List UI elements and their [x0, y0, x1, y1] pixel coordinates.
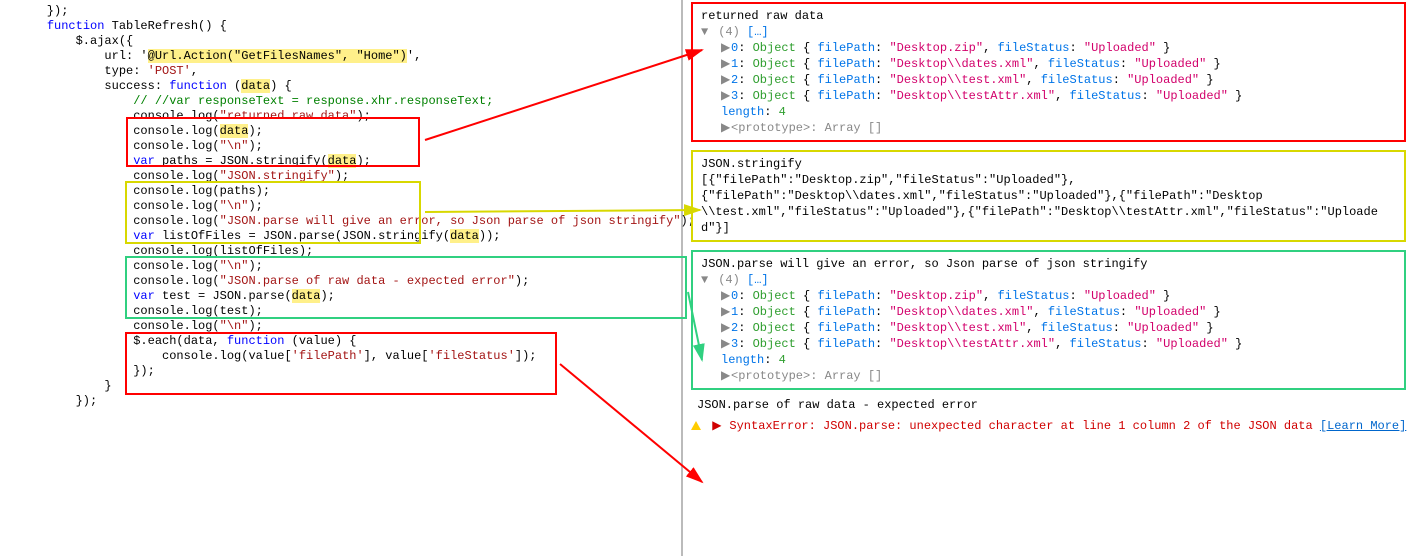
console-title: JSON.stringify [701, 156, 1396, 172]
code-line: console.log(data); [18, 124, 677, 139]
array-summary[interactable]: ▼ (4) […] [701, 24, 1396, 40]
learn-more-link[interactable]: [Learn More] [1320, 419, 1406, 433]
array-item[interactable]: ▶0: Object { filePath: "Desktop.zip", fi… [721, 40, 1396, 56]
code-line: console.log("returned raw data"); [18, 109, 677, 124]
code-line: console.log("\n"); [18, 319, 677, 334]
code-line: var test = JSON.parse(data); [18, 289, 677, 304]
code-line: console.log(paths); [18, 184, 677, 199]
code-line: console.log(value['filePath'], value['fi… [18, 349, 677, 364]
console-title: JSON.parse will give an error, so Json p… [701, 256, 1396, 272]
code-line: url: '@Url.Action("GetFilesNames", "Home… [18, 49, 677, 64]
console-error-line: ▶ SyntaxError: JSON.parse: unexpected ch… [691, 418, 1406, 433]
array-item[interactable]: ▶0: Object { filePath: "Desktop.zip", fi… [721, 288, 1396, 304]
code-line: var paths = JSON.stringify(data); [18, 154, 677, 169]
array-item[interactable]: ▶2: Object { filePath: "Desktop\\test.xm… [721, 320, 1396, 336]
array-item[interactable]: ▶3: Object { filePath: "Desktop\\testAtt… [721, 336, 1396, 352]
console-block-rawdata: returned raw data ▼ (4) […] ▶0: Object {… [691, 2, 1406, 142]
array-summary[interactable]: ▼ (4) […] [701, 272, 1396, 288]
console-output-pane: returned raw data ▼ (4) […] ▶0: Object {… [683, 0, 1411, 556]
code-line: $.ajax({ [18, 34, 677, 49]
code-line: console.log(test); [18, 304, 677, 319]
code-line: $.each(data, function (value) { [18, 334, 677, 349]
array-item[interactable]: ▶3: Object { filePath: "Desktop\\testAtt… [721, 88, 1396, 104]
console-body: [{"filePath":"Desktop.zip","fileStatus":… [701, 172, 1396, 236]
array-length: length: 4 [721, 352, 1396, 368]
code-line: } [18, 379, 677, 394]
code-line: console.log("JSON.parse will give an err… [18, 214, 677, 229]
code-line: type: 'POST', [18, 64, 677, 79]
code-line: success: function (data) { [18, 79, 677, 94]
array-item[interactable]: ▶1: Object { filePath: "Desktop\\dates.x… [721, 56, 1396, 72]
code-line: function TableRefresh() { [18, 19, 677, 34]
array-item[interactable]: ▶2: Object { filePath: "Desktop\\test.xm… [721, 72, 1396, 88]
code-line: console.log("JSON.parse of raw data - ex… [18, 274, 677, 289]
console-title: returned raw data [701, 8, 1396, 24]
code-line: console.log("\n"); [18, 199, 677, 214]
code-line: var listOfFiles = JSON.parse(JSON.string… [18, 229, 677, 244]
code-line: }); [18, 4, 677, 19]
code-line: console.log("\n"); [18, 139, 677, 154]
console-block-stringify: JSON.stringify [{"filePath":"Desktop.zip… [691, 150, 1406, 242]
code-line: console.log(listOfFiles); [18, 244, 677, 259]
code-line: }); [18, 394, 677, 409]
array-item[interactable]: ▶1: Object { filePath: "Desktop\\dates.x… [721, 304, 1396, 320]
code-line: console.log("\n"); [18, 259, 677, 274]
array-prototype[interactable]: ▶<prototype>: Array [] [721, 368, 1396, 384]
console-block-parse: JSON.parse will give an error, so Json p… [691, 250, 1406, 390]
code-line: }); [18, 364, 677, 379]
array-prototype[interactable]: ▶<prototype>: Array [] [721, 120, 1396, 136]
code-line: console.log("JSON.stringify"); [18, 169, 677, 184]
code-line: // //var responseText = response.xhr.res… [18, 94, 677, 109]
array-length: length: 4 [721, 104, 1396, 120]
warning-icon [691, 421, 701, 430]
console-title-error: JSON.parse of raw data - expected error [697, 398, 1406, 412]
code-editor-pane: }); function TableRefresh() { $.ajax({ u… [0, 0, 683, 556]
